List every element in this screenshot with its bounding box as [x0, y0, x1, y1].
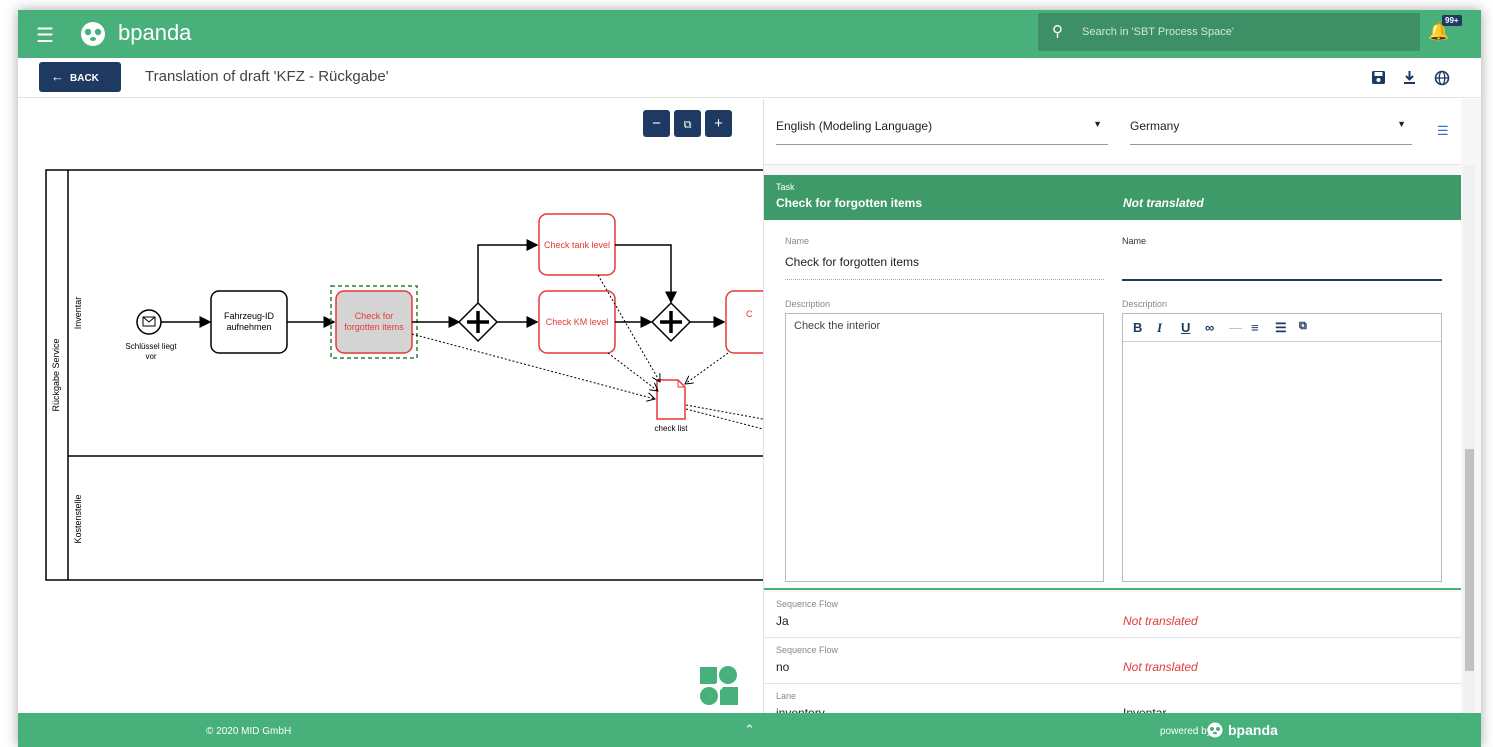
- footer-copyright: © 2020 MID GmbH: [206, 726, 292, 737]
- task-partial-label: C: [746, 309, 753, 319]
- element-target-status: Not translated: [1123, 614, 1198, 628]
- element-type: Sequence Flow: [776, 599, 839, 609]
- task-card-name: Check for forgotten items: [776, 196, 923, 210]
- pool-label: Rückgabe Service: [51, 338, 61, 411]
- horizontal-rule-icon[interactable]: —: [1229, 320, 1242, 335]
- target-description-label: Description: [1122, 299, 1168, 309]
- underline-icon[interactable]: U: [1181, 320, 1190, 335]
- bpmn-diagram: Rückgabe Service Inventar Kostenstelle S…: [45, 169, 763, 581]
- caret-down-icon: ▼: [1093, 119, 1102, 129]
- caret-down-icon: ▼: [1397, 119, 1406, 129]
- link-icon[interactable]: ∞: [1205, 320, 1214, 335]
- target-language-value: Germany: [1130, 119, 1180, 133]
- element-target-status: Not translated: [1123, 660, 1198, 674]
- task-card-type: Task: [776, 182, 795, 192]
- menu-icon[interactable]: ☰: [36, 23, 54, 48]
- task-fahrzeug-label-line1: Fahrzeug-ID: [224, 311, 275, 321]
- diagram-canvas[interactable]: − ⧉ + Rückgabe Service Inventar Kostenst…: [18, 99, 763, 713]
- task-forgotten-label-line1: Check for: [355, 311, 394, 321]
- globe-icon[interactable]: [1434, 70, 1450, 86]
- task-card-header[interactable]: Task Check for forgotten items Not trans…: [764, 175, 1461, 220]
- task-partial-offscreen[interactable]: [725, 290, 763, 354]
- search-input[interactable]: [1082, 22, 1402, 42]
- language-selector-row: English (Modeling Language) ▼ Germany ▼ …: [764, 99, 1461, 165]
- footer-brand: bpanda: [1228, 722, 1278, 738]
- page-title: Translation of draft 'KFZ - Rückgabe': [145, 68, 389, 85]
- back-button[interactable]: ← BACK: [39, 62, 121, 92]
- lane-label-inventar: Inventar: [73, 297, 83, 330]
- source-language-select[interactable]: English (Modeling Language) ▼: [776, 115, 1108, 145]
- target-name-label: Name: [1122, 236, 1147, 246]
- task-tank-label: Check tank level: [544, 240, 610, 250]
- bpanda-puzzle-logo: [700, 666, 738, 705]
- source-name-underline: [785, 279, 1104, 280]
- target-language-select[interactable]: Germany ▼: [1130, 115, 1412, 145]
- task-km-label: Check KM level: [546, 317, 609, 327]
- source-name-label: Name: [785, 236, 810, 246]
- italic-icon[interactable]: I: [1157, 320, 1162, 336]
- back-button-label: BACK: [70, 73, 99, 84]
- notification-badge: 99+: [1442, 15, 1462, 26]
- task-fahrzeug-label-line2: aufnehmen: [226, 322, 271, 332]
- arrow-left-icon: ←: [51, 69, 64, 84]
- translation-panel: English (Modeling Language) ▼ Germany ▼ …: [763, 99, 1481, 730]
- target-description-editor[interactable]: B I U ∞ — ≡ ☰ ⧉: [1122, 313, 1442, 582]
- panel-scrollbar-thumb[interactable]: [1465, 449, 1474, 671]
- source-name-value: Check for forgotten items: [785, 255, 920, 269]
- chevron-up-icon[interactable]: ⌃: [744, 722, 755, 738]
- panda-logo-icon: [81, 22, 105, 46]
- pool[interactable]: [45, 169, 763, 581]
- task-forgotten-label-line2: forgotten items: [344, 322, 404, 332]
- fullscreen-icon[interactable]: ⧉: [1299, 320, 1307, 333]
- task-card-status: Not translated: [1123, 196, 1204, 210]
- start-event-label-line2: vor: [145, 352, 156, 361]
- search-box[interactable]: ⚲: [1038, 13, 1420, 51]
- align-left-icon[interactable]: ≡: [1251, 320, 1259, 335]
- page-toolbar: ← BACK Translation of draft 'KFZ - Rückga…: [18, 58, 1481, 98]
- bullet-list-icon[interactable]: ☰: [1275, 320, 1287, 336]
- start-event-label-line1: Schlüssel liegt: [125, 342, 177, 351]
- element-source: no: [776, 660, 790, 674]
- app-window: ☰ bpanda ⚲ 🔔 99+ ← BACK Translation of dr…: [18, 10, 1481, 747]
- app-brand: bpanda: [118, 20, 192, 45]
- search-icon: ⚲: [1052, 23, 1063, 40]
- element-type: Lane: [776, 691, 797, 701]
- save-icon[interactable]: [1371, 70, 1386, 85]
- source-description: Check the interior: [785, 313, 1104, 582]
- element-type: Sequence Flow: [776, 645, 839, 655]
- element-source: Ja: [776, 614, 789, 628]
- target-name-input[interactable]: [1122, 257, 1442, 281]
- source-description-label: Description: [785, 299, 831, 309]
- footer: © 2020 MID GmbH ⌃ powered by bpanda: [18, 713, 1481, 747]
- app-bar: ☰ bpanda ⚲ 🔔 99+: [18, 10, 1481, 58]
- data-object-check-list[interactable]: [656, 379, 686, 420]
- lane-label-kostenstelle: Kostenstelle: [73, 494, 83, 543]
- task-translation-card: Task Check for forgotten items Not trans…: [764, 175, 1461, 590]
- download-icon[interactable]: [1402, 70, 1417, 85]
- element-row-sequence-flow-ja[interactable]: Sequence Flow Ja Not translated: [764, 592, 1461, 638]
- editor-toolbar: B I U ∞ — ≡ ☰ ⧉: [1123, 314, 1441, 342]
- filter-icon[interactable]: ☰: [1437, 123, 1449, 139]
- bold-icon[interactable]: B: [1133, 320, 1142, 335]
- panda-logo-icon: [1207, 722, 1223, 738]
- data-object-label: check list: [655, 424, 689, 433]
- footer-powered-by: powered by: [1160, 726, 1212, 737]
- source-language-value: English (Modeling Language): [776, 119, 933, 133]
- element-row-sequence-flow-no[interactable]: Sequence Flow no Not translated: [764, 638, 1461, 684]
